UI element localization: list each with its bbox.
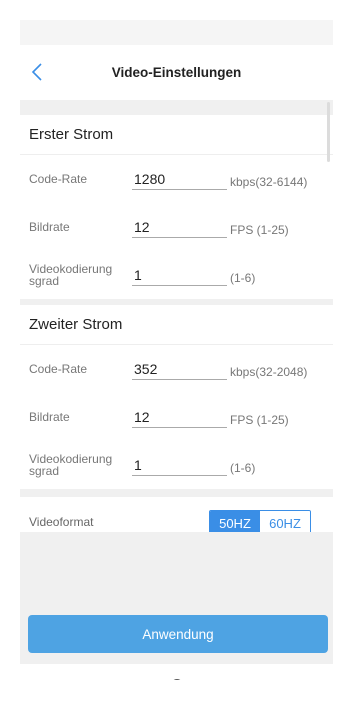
- recent-apps-icon[interactable]: [104, 675, 124, 680]
- frame-rate-range: FPS (1-25): [230, 413, 289, 427]
- status-bar: [20, 20, 333, 45]
- section-gap: [20, 489, 333, 497]
- frame-rate-value: 12: [134, 219, 150, 235]
- app-screen: Video-Einstellungen Erster Strom Code-Ra…: [20, 20, 333, 680]
- encoding-level-value: 1: [134, 457, 142, 473]
- second-stream-code-rate-row: Code-Rate 352 kbps(32-2048): [20, 345, 333, 393]
- frame-rate-value: 12: [134, 409, 150, 425]
- second-stream-encoding-level-row: Videokodierung sgrad 1 (1-6): [20, 441, 333, 489]
- code-rate-range: kbps(32-6144): [230, 175, 308, 189]
- section-title-second-stream: Zweiter Strom: [20, 305, 333, 345]
- second-stream-frame-rate-row: Bildrate 12 FPS (1-25): [20, 393, 333, 441]
- section-title-first-stream: Erster Strom: [20, 115, 333, 155]
- system-nav-bar: [20, 664, 333, 680]
- frame-rate-label: Bildrate: [29, 410, 70, 424]
- first-stream-encoding-level-row: Videokodierung sgrad 1 (1-6): [20, 251, 333, 299]
- encoding-level-input[interactable]: 1: [132, 454, 227, 476]
- encoding-level-label: Videokodierung sgrad: [29, 262, 113, 288]
- frame-rate-label: Bildrate: [29, 220, 70, 234]
- code-rate-label: Code-Rate: [29, 362, 88, 376]
- code-rate-input[interactable]: 1280: [132, 168, 227, 190]
- chevron-left-icon[interactable]: [26, 59, 48, 85]
- video-format-label: Videoformat: [29, 515, 94, 529]
- home-icon[interactable]: [167, 675, 187, 680]
- encoding-level-value: 1: [134, 267, 142, 283]
- first-stream-frame-rate-row: Bildrate 12 FPS (1-25): [20, 203, 333, 251]
- encoding-level-range: (1-6): [230, 461, 256, 475]
- code-rate-input[interactable]: 352: [132, 358, 227, 380]
- scrollbar[interactable]: [327, 102, 330, 162]
- encoding-level-label: Videokodierung sgrad: [29, 452, 113, 478]
- apply-button[interactable]: Anwendung: [28, 615, 328, 653]
- code-rate-value: 352: [134, 361, 158, 377]
- header: Video-Einstellungen: [20, 45, 333, 100]
- encoding-level-range: (1-6): [230, 271, 256, 285]
- first-stream-code-rate-row: Code-Rate 1280 kbps(32-6144): [20, 155, 333, 203]
- page-title: Video-Einstellungen: [111, 65, 242, 80]
- code-rate-label: Code-Rate: [29, 172, 88, 186]
- section-gap: [20, 100, 333, 115]
- code-rate-range: kbps(32-2048): [230, 365, 308, 379]
- code-rate-value: 1280: [134, 171, 166, 187]
- frame-rate-input[interactable]: 12: [132, 216, 227, 238]
- encoding-level-input[interactable]: 1: [132, 264, 227, 286]
- frame-rate-input[interactable]: 12: [132, 406, 227, 428]
- back-icon[interactable]: [230, 675, 250, 680]
- frame-rate-range: FPS (1-25): [230, 223, 289, 237]
